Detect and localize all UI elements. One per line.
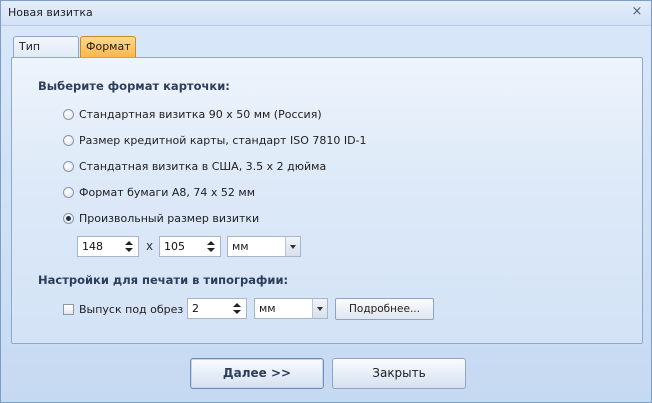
height-stepper[interactable] [159, 236, 221, 257]
size-unit-value: мм [232, 240, 249, 253]
radio-option-usa[interactable]: Стандатная визитка в США, 3.5 x 2 дюйма [63, 158, 326, 174]
height-spin-arrows[interactable] [206, 238, 218, 255]
arrow-down-icon[interactable] [125, 248, 133, 252]
radio-label: Стандартная визитка 90 x 50 мм (Россия) [79, 107, 322, 121]
more-button[interactable]: Подробнее... [335, 298, 434, 320]
radio-icon[interactable] [63, 134, 74, 146]
window-title: Новая визитка [8, 6, 93, 19]
radio-checked-icon[interactable] [63, 212, 74, 224]
arrow-down-icon[interactable] [233, 310, 241, 314]
radio-option-credit-card[interactable]: Размер кредитной карты, стандарт ISO 781… [63, 132, 367, 148]
arrow-up-icon[interactable] [125, 241, 133, 245]
arrow-up-icon[interactable] [233, 303, 241, 307]
checkbox-icon[interactable] [63, 303, 74, 315]
bleed-input[interactable] [188, 299, 232, 318]
print-heading: Настройки для печати в типографии: [38, 273, 289, 287]
bleed-spin-arrows[interactable] [232, 300, 244, 317]
chevron-down-icon[interactable] [285, 237, 300, 256]
radio-option-custom[interactable]: Произвольный размер визитки [63, 210, 259, 226]
chevron-down-icon[interactable] [312, 299, 327, 318]
dialog-window: Новая визитка × Тип карты Формат Выберит… [0, 0, 652, 403]
radio-label: Размер кредитной карты, стандарт ISO 781… [79, 133, 367, 147]
arrow-down-icon[interactable] [207, 248, 215, 252]
size-unit-select[interactable]: мм [227, 236, 301, 257]
radio-label: Стандатная визитка в США, 3.5 x 2 дюйма [79, 159, 327, 173]
bleed-unit-value: мм [259, 302, 276, 315]
format-heading: Выберите формат карточки: [38, 79, 230, 93]
width-stepper[interactable] [77, 236, 139, 257]
radio-option-a8[interactable]: Формат бумаги A8, 74 x 52 мм [63, 184, 255, 200]
bleed-unit-select[interactable]: мм [254, 298, 328, 319]
height-input[interactable] [160, 237, 206, 256]
radio-icon[interactable] [63, 108, 74, 120]
width-input[interactable] [78, 237, 124, 256]
bleed-checkbox-row[interactable]: Выпуск под обрез [63, 301, 183, 317]
radio-icon[interactable] [63, 160, 74, 172]
radio-label: Формат бумаги A8, 74 x 52 мм [79, 185, 255, 199]
next-button[interactable]: Далее >> [190, 358, 324, 389]
tab-card-type[interactable]: Тип карты [13, 36, 79, 73]
radio-option-russia[interactable]: Стандартная визитка 90 x 50 мм (Россия) [63, 106, 322, 122]
tab-format[interactable]: Формат [80, 36, 136, 58]
title-bar: Новая визитка × [1, 1, 651, 26]
bleed-stepper[interactable] [187, 298, 247, 319]
width-spin-arrows[interactable] [124, 238, 136, 255]
close-button[interactable]: Закрыть [332, 358, 466, 389]
radio-label: Произвольный размер визитки [79, 211, 260, 225]
close-icon[interactable]: × [629, 4, 645, 20]
bleed-label: Выпуск под обрез [79, 302, 184, 316]
arrow-up-icon[interactable] [207, 241, 215, 245]
radio-icon[interactable] [63, 186, 74, 198]
times-sign: x [146, 239, 154, 253]
